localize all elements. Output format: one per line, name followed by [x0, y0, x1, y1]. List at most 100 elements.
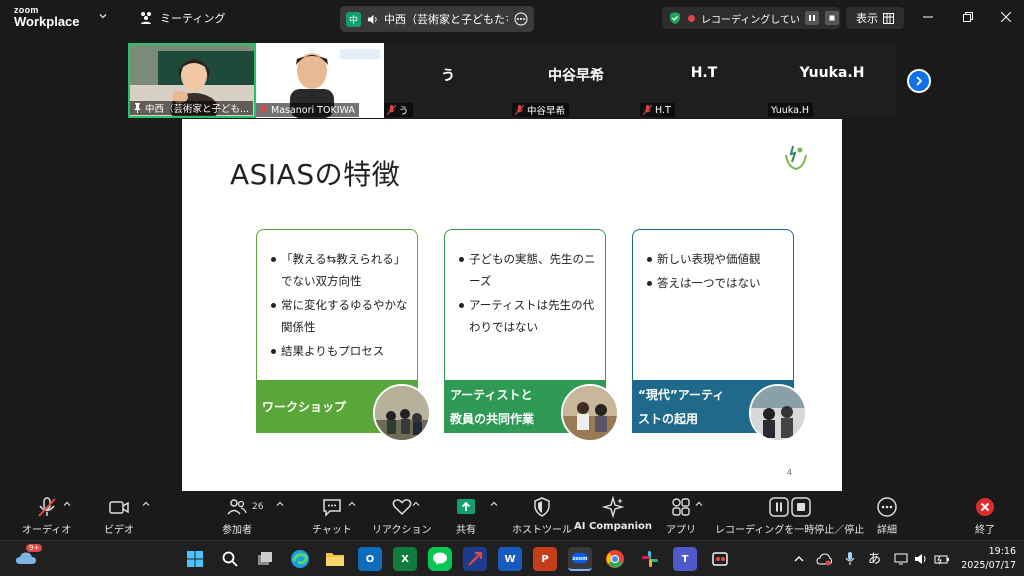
shield-check-icon [670, 12, 680, 24]
zoom-app[interactable]: zoom [568, 547, 592, 571]
network-icon[interactable] [894, 552, 908, 566]
word-icon: W [504, 553, 516, 565]
share-button[interactable]: 共有 [455, 496, 477, 538]
chevron-up-icon[interactable] [412, 500, 420, 508]
battery-icon[interactable] [934, 552, 950, 566]
task-view-icon [258, 552, 272, 565]
participant-tile[interactable]: う う [384, 43, 512, 118]
workshop-photo [373, 384, 431, 442]
photo-image [751, 386, 805, 440]
video-button[interactable]: ビデオ [104, 496, 134, 538]
recording-dot-icon [688, 14, 695, 22]
system-clock[interactable]: 19:16 2025/07/17 [952, 545, 1016, 573]
task-view-button[interactable] [253, 547, 277, 571]
chevron-up-icon[interactable] [276, 500, 284, 508]
chat-button[interactable]: チャット [312, 496, 352, 538]
cloud-icon [16, 552, 36, 564]
slide-page-number: 4 [786, 468, 792, 477]
chevron-up-icon[interactable] [63, 500, 71, 508]
participants-icon [227, 499, 247, 515]
participant-tile[interactable]: 中谷早希 中谷早希 [512, 43, 640, 118]
host-tools-label: ホストツール [512, 525, 572, 536]
shared-slide: ASIASの特徴 「教える⇆教えられる」でない双方向性 常に変化するゆるやかな関… [182, 119, 842, 491]
feature-card-contemporary-artist: 新しい表現や価値観 答えは一つではない “現代”アーティ ストの起用 [632, 229, 807, 442]
reactions-label: リアクション [372, 525, 432, 536]
host-tools-button[interactable]: ホストツール [512, 496, 572, 538]
chevron-down-icon[interactable] [98, 11, 108, 21]
next-participants-button[interactable] [907, 69, 931, 93]
chevron-up-icon[interactable] [490, 500, 498, 508]
minimize-icon [923, 16, 933, 18]
svg-text:zoom: zoom [573, 556, 588, 562]
microphone-icon[interactable] [844, 551, 856, 567]
ime-indicator[interactable]: あ [868, 548, 881, 567]
stop-icon [829, 15, 835, 21]
slack-app[interactable] [638, 547, 662, 571]
chrome-app[interactable] [603, 547, 627, 571]
feature-item: 新しい表現や価値観 [647, 248, 785, 270]
teams-app[interactable]: T [673, 547, 697, 571]
search-icon [222, 551, 238, 567]
reactions-button[interactable]: リアクション [372, 496, 432, 538]
apps-button[interactable]: アプリ [666, 496, 696, 538]
close-icon [976, 498, 994, 516]
file-explorer-app[interactable] [323, 547, 347, 571]
windows-logo-icon [187, 551, 203, 567]
slide-title: ASIASの特徴 [230, 158, 401, 191]
meeting-menu[interactable]: ミーティング [138, 9, 225, 27]
pause-recording-button[interactable] [805, 11, 819, 25]
edge-app[interactable] [288, 547, 312, 571]
close-icon [1001, 12, 1011, 22]
participant-tile[interactable]: Masanori TOKIWA [256, 43, 384, 118]
restore-button[interactable] [958, 8, 978, 26]
minimize-button[interactable] [918, 8, 938, 26]
participant-name-tag: う [384, 103, 413, 117]
participant-tile[interactable]: H.T H.T [640, 43, 768, 118]
close-window-button[interactable] [996, 8, 1016, 26]
video-label: ビデオ [104, 525, 134, 536]
chevron-up-icon[interactable] [695, 500, 703, 508]
line-app[interactable] [428, 547, 452, 571]
apps-label: アプリ [666, 525, 696, 536]
chevron-right-icon [916, 76, 923, 86]
outlook-app[interactable]: O [358, 547, 382, 571]
arrow-app-icon [468, 551, 483, 566]
word-app[interactable]: W [498, 547, 522, 571]
sparkle-icon [602, 496, 624, 518]
participant-name: 中谷早希 [527, 106, 566, 117]
chrome-icon [606, 550, 624, 568]
details-button[interactable]: 詳細 [876, 496, 898, 538]
participant-name-tag: H.T [640, 103, 675, 117]
heart-icon [392, 499, 412, 516]
snipping-tool-app[interactable] [708, 547, 732, 571]
end-meeting-button[interactable]: 終了 [974, 496, 996, 538]
excel-app[interactable]: X [393, 547, 417, 571]
artist-photo [749, 384, 807, 442]
feature-item: 答えは一つではない [647, 272, 785, 294]
stop-recording-button[interactable] [825, 11, 839, 25]
recording-control-button[interactable]: レコーディングを一時停止／停止 [715, 496, 864, 538]
recording-indicator: レコーディングしています... [662, 7, 840, 29]
participant-tile-active-speaker[interactable]: 中西（芸術家と子ども... [128, 43, 256, 118]
ai-companion-button[interactable]: AI Companion [574, 496, 652, 538]
teams-icon: T [681, 553, 689, 565]
start-button[interactable] [183, 547, 207, 571]
volume-icon[interactable] [914, 552, 928, 566]
chevron-up-icon[interactable] [348, 500, 356, 508]
participant-name-tag: Masanori TOKIWA [256, 103, 359, 117]
powerpoint-app[interactable]: P [533, 547, 557, 571]
participant-name: H.T [655, 104, 671, 116]
chevron-up-icon[interactable] [794, 555, 804, 563]
app-icon[interactable] [463, 547, 487, 571]
chevron-up-icon[interactable] [142, 500, 150, 508]
participant-display-name: Yuuka.H [799, 65, 865, 81]
end-label: 終了 [975, 525, 995, 536]
view-menu[interactable]: 表示 [846, 7, 904, 29]
participant-tile[interactable]: Yuuka.H Yuuka.H [768, 43, 896, 118]
chat-icon [323, 499, 341, 517]
more-options-icon[interactable] [514, 12, 528, 26]
cloud-sync-icon[interactable] [816, 552, 832, 566]
search-button[interactable] [218, 547, 242, 571]
screen-share-tab[interactable]: 中 中西（芸術家と子どもたち）の画面 [340, 6, 534, 32]
participants-button[interactable]: 参加者 [222, 496, 252, 538]
